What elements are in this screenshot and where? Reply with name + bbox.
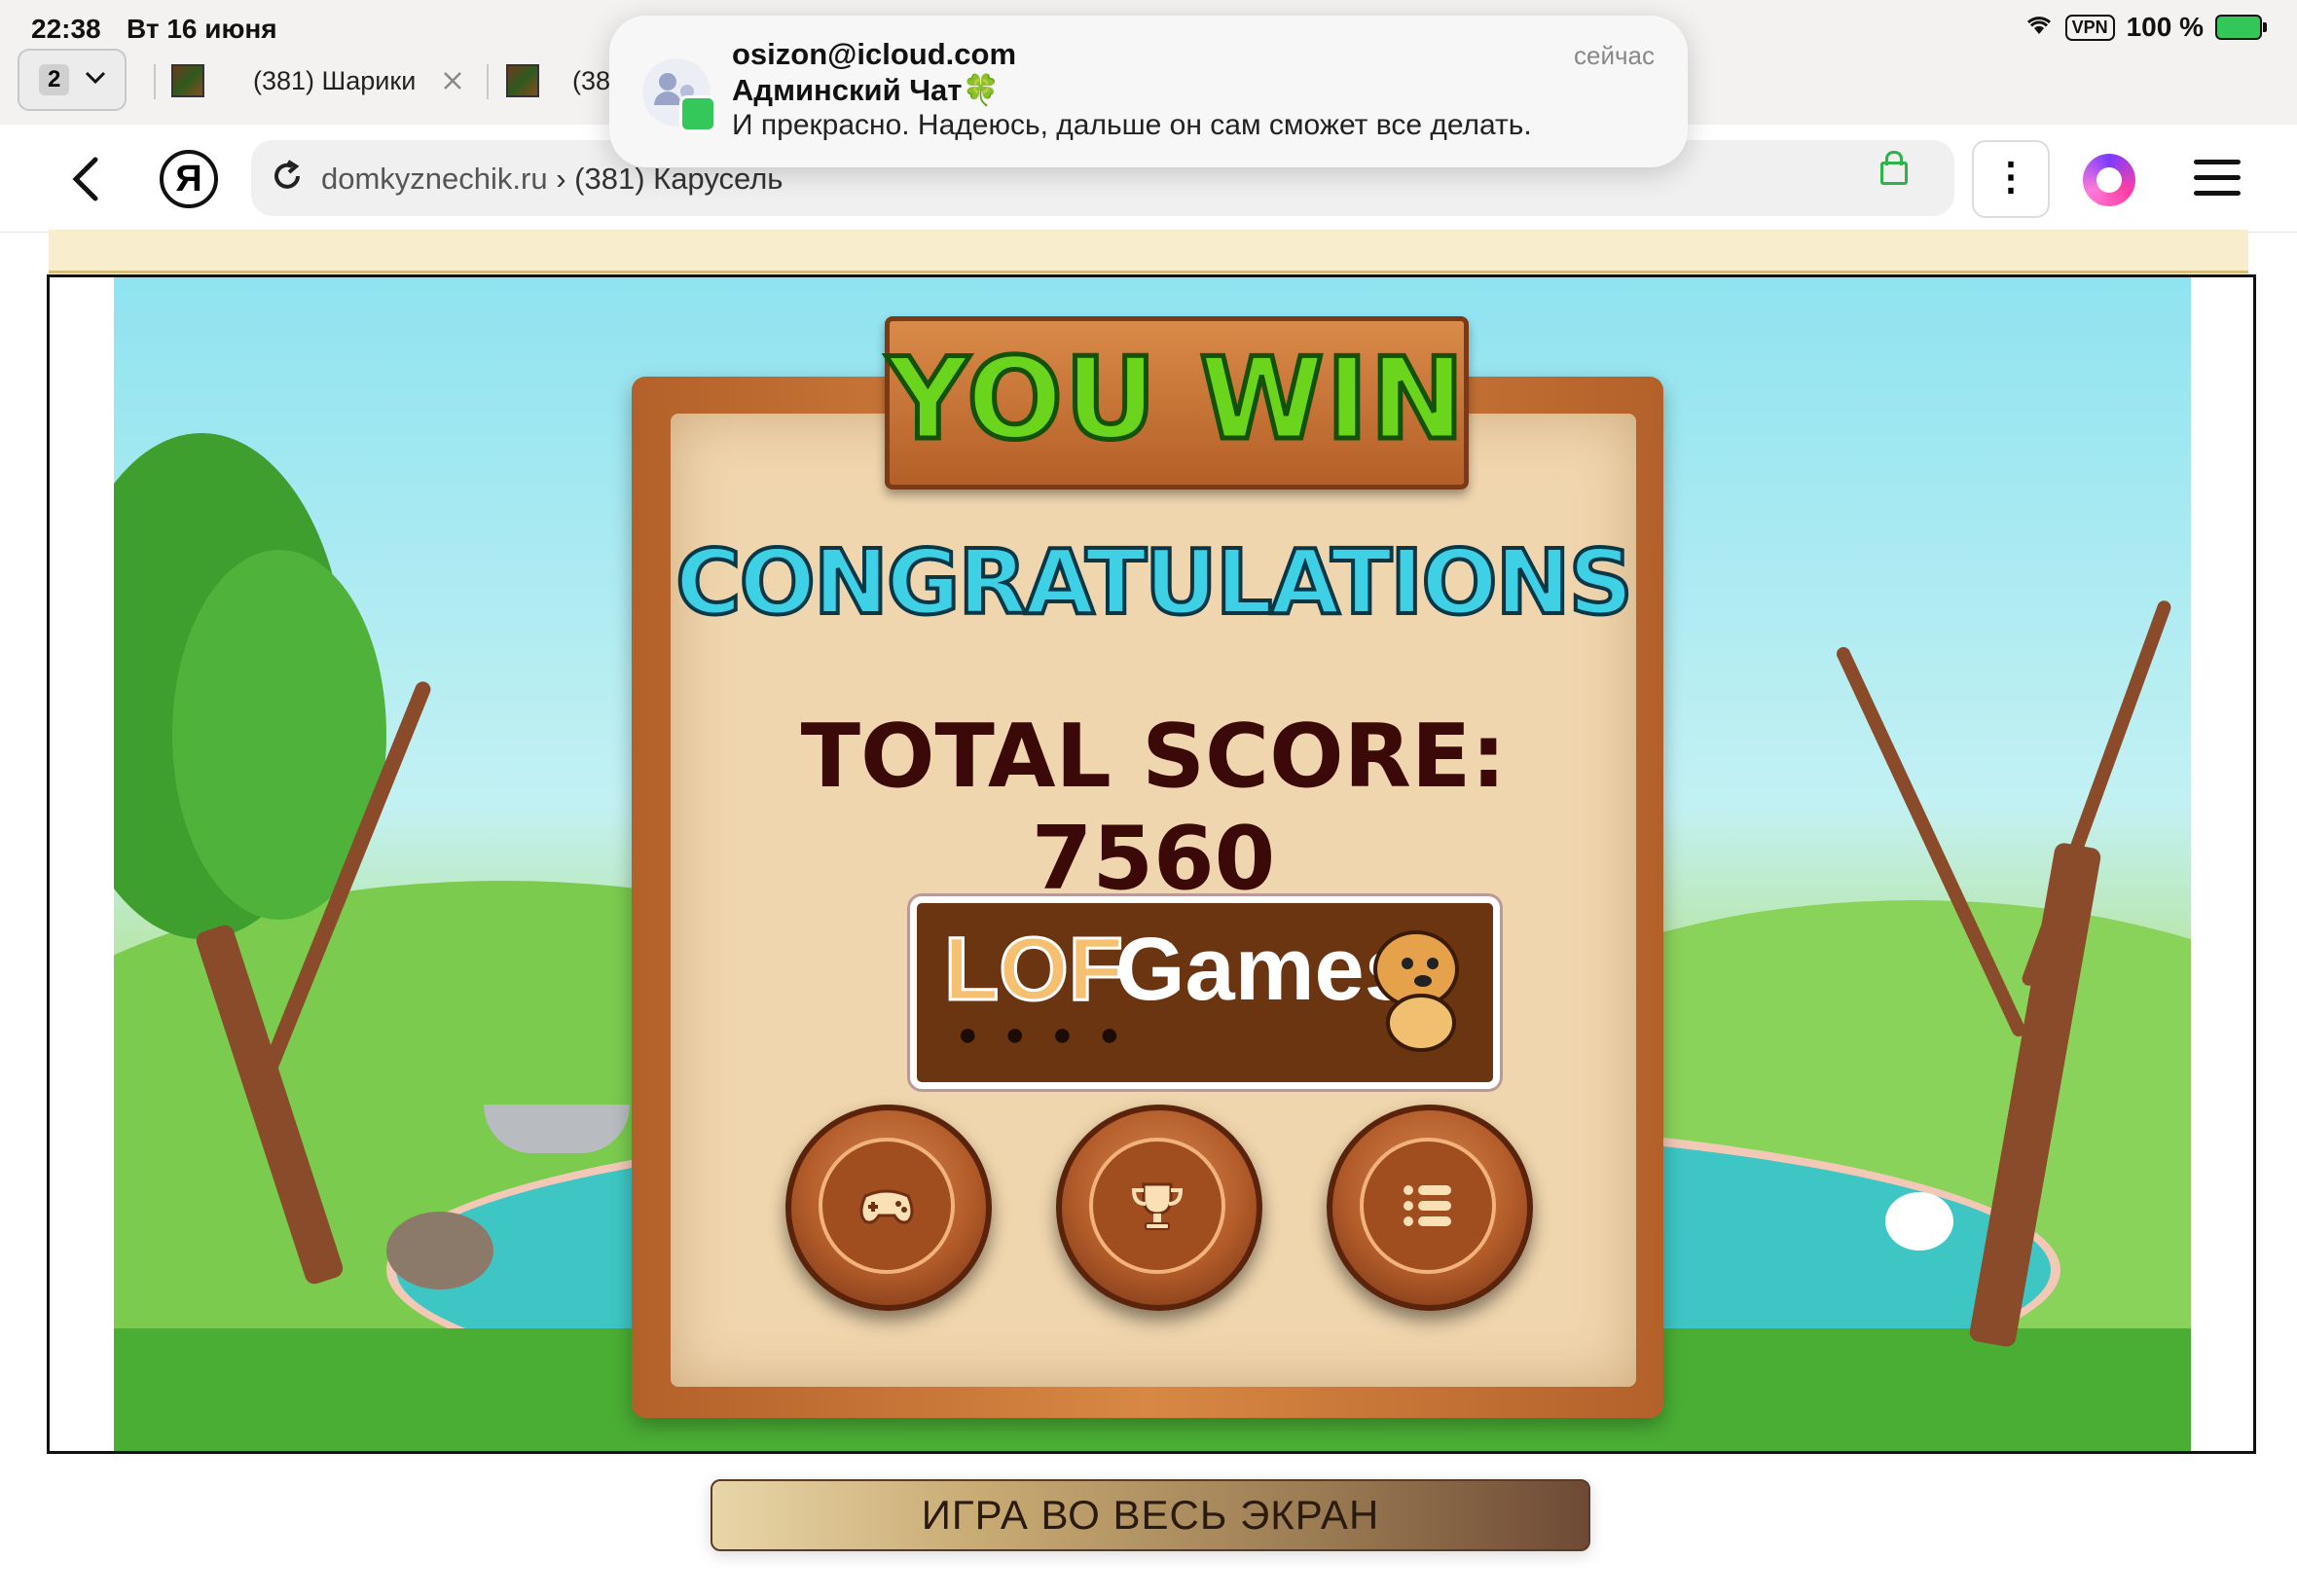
- score-value: 7560: [1031, 808, 1276, 910]
- gamepad-icon: [859, 1189, 914, 1224]
- back-button[interactable]: [58, 150, 117, 208]
- yandex-logo-icon[interactable]: Я: [160, 150, 218, 208]
- total-score: TOTAL SCORE: 7560: [671, 706, 1636, 910]
- chevron-down-icon: [85, 71, 106, 90]
- lofgames-logo[interactable]: LOF Games ●●●●: [910, 896, 1500, 1089]
- list-icon: [1404, 1185, 1451, 1226]
- tab-label: (381) Шарики: [253, 65, 417, 95]
- fullscreen-button[interactable]: ИГРА ВО ВЕСЬ ЭКРАН: [711, 1479, 1590, 1551]
- tab-count: 2: [39, 64, 70, 95]
- messages-app-icon: [679, 95, 716, 132]
- notification-sender: osizon@icloud.com: [732, 37, 1017, 71]
- game-frame[interactable]: YOU WIN CONGRATULATIONS TOTAL SCORE: 756…: [47, 274, 2256, 1454]
- battery-icon: [2215, 15, 2267, 40]
- tab-separator: [487, 64, 489, 99]
- url-domain: domkyznechik.ru: [321, 162, 548, 196]
- status-time: 22:38: [31, 14, 101, 44]
- group-avatar-icon: [642, 58, 716, 132]
- status-indicators: VPN 100 %: [2024, 12, 2267, 43]
- notification-message: И прекрасно. Надеюсь, дальше он сам смож…: [732, 109, 1532, 141]
- tab-separator: [154, 64, 156, 99]
- wifi-icon: [2024, 12, 2054, 43]
- heron: [1885, 1192, 1953, 1251]
- site-favicon-icon: [506, 64, 539, 97]
- page-decoration-strip: [49, 230, 2248, 273]
- more-options-button[interactable]: ⋮: [1972, 140, 2050, 218]
- logo-lof-text: LOF: [943, 919, 1125, 1021]
- leaderboard-button[interactable]: [1056, 1105, 1262, 1311]
- status-date: Вт 16 июня: [127, 14, 277, 44]
- notification-time: сейчас: [1574, 41, 1655, 70]
- tab-close-button[interactable]: [442, 51, 463, 111]
- you-win-title: YOU WIN: [885, 332, 1467, 468]
- lock-icon[interactable]: [1880, 151, 1908, 185]
- notification-banner[interactable]: osizon@icloud.com Админский Чат🍀 И прекр…: [609, 16, 1688, 167]
- tab-count-button[interactable]: 2: [18, 49, 127, 111]
- right-tree: [1827, 472, 2191, 1349]
- tab-label: (38: [572, 65, 611, 95]
- reload-icon[interactable]: [271, 160, 304, 201]
- trophy-icon: [1131, 1182, 1184, 1230]
- play-game-button[interactable]: [785, 1105, 992, 1311]
- congratulations-text: CONGRATULATIONS: [674, 528, 1635, 636]
- close-icon: [444, 72, 461, 90]
- vpn-badge: VPN: [2064, 14, 2115, 41]
- alice-assistant-icon[interactable]: [2083, 154, 2135, 206]
- chevron-left-icon: [72, 157, 98, 201]
- score-label: TOTAL SCORE:: [800, 706, 1507, 808]
- tab-karusel[interactable]: (38: [506, 51, 610, 111]
- rabbit: [386, 1212, 493, 1289]
- tab-sharik[interactable]: (381) Шарики: [171, 51, 416, 111]
- menu-list-button[interactable]: [1327, 1105, 1533, 1311]
- game-canvas[interactable]: YOU WIN CONGRATULATIONS TOTAL SCORE: 756…: [114, 277, 2191, 1451]
- notification-chat: Админский Чат🍀: [732, 73, 1001, 107]
- hamburger-menu-icon[interactable]: [2194, 160, 2241, 206]
- paw-prints-icon: ●●●●: [958, 1016, 1148, 1053]
- left-tree: [114, 375, 523, 1348]
- site-favicon-icon: [171, 64, 204, 97]
- puppy-mascot-icon: [1373, 930, 1459, 1052]
- url-separator: ›: [547, 162, 575, 196]
- battery-percent: 100 %: [2126, 12, 2204, 42]
